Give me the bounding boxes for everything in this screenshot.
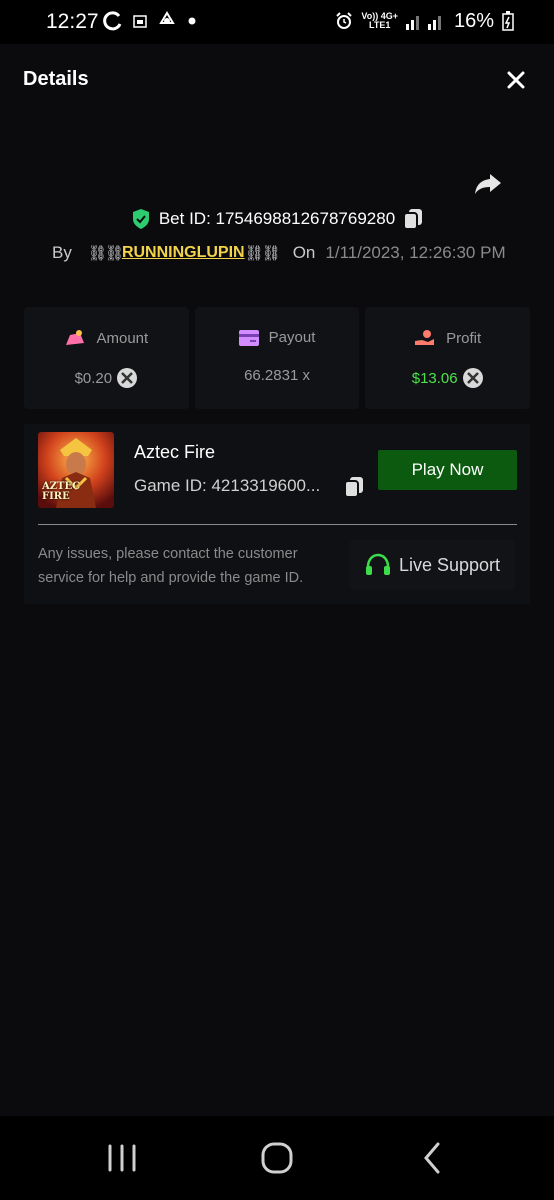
amount-value: $0.20: [74, 369, 113, 387]
coin-icon: [462, 368, 483, 388]
alarm-icon: [336, 12, 353, 29]
payout-label: Payout: [268, 329, 316, 346]
bet-id: Bet ID: 1754698812678769280: [158, 209, 396, 228]
back-icon[interactable]: [412, 1140, 452, 1176]
close-icon[interactable]: [502, 66, 530, 94]
recycle-icon: [159, 11, 175, 24]
home-icon[interactable]: [257, 1140, 297, 1176]
status-bar: 12:27 Vo)) 4G+ LTE1 16%: [0, 0, 554, 44]
page-title: Details: [23, 68, 89, 90]
bet-date: 1/11/2023, 12:26:30 PM: [325, 243, 506, 262]
network-label: Vo)) 4G+ LTE1: [361, 11, 398, 30]
copy-icon[interactable]: [403, 208, 423, 230]
hand-heart-icon: [415, 330, 435, 345]
battery-icon: [502, 11, 514, 31]
signal-icon: [405, 16, 441, 30]
chain-decor-left: ⛓⛓: [87, 245, 124, 262]
by-label: By: [52, 243, 72, 262]
amount-card: Amount $0.20: [24, 307, 189, 409]
status-right-icons: Vo)) 4G+ LTE1 16%: [335, 10, 514, 32]
payout-value: 66.2831 x: [244, 367, 310, 384]
game-thumb-title-line2: FIRE: [42, 491, 70, 502]
recent-apps-icon[interactable]: [102, 1140, 142, 1176]
bet-id-row: Bet ID: 1754698812678769280: [0, 208, 554, 230]
amount-label: Amount: [96, 329, 149, 347]
credit-card-icon: [238, 329, 259, 346]
calendar-icon: [133, 15, 147, 28]
game-name: Aztec Fire: [134, 442, 216, 462]
divider: [38, 524, 517, 525]
on-label: On: [292, 243, 316, 262]
battery-percent: 16%: [453, 9, 494, 32]
system-nav-bar: [0, 1116, 554, 1200]
shield-check-icon: [132, 209, 149, 229]
copy-icon[interactable]: [344, 476, 364, 498]
game-thumbnail[interactable]: AZTEC FIRE: [38, 432, 114, 508]
chain-decor-right: ⛓⛓: [244, 245, 281, 262]
game-id: Game ID: 4213319600...: [134, 476, 321, 495]
bet-meta-row: By ⛓⛓ RUNNINGLUPIN ⛓⛓ On 1/11/2023, 12:2…: [52, 242, 506, 264]
live-support-label: Live Support: [398, 554, 501, 575]
status-left-icons: [103, 10, 197, 32]
money-bag-icon: [66, 330, 85, 345]
bet-stats: Amount $0.20 Payout 66.2831 x Profit $13…: [24, 307, 531, 409]
game-section: AZTEC FIRE Aztec Fire Game ID: 421331960…: [24, 424, 530, 604]
payout-card: Payout 66.2831 x: [194, 307, 360, 409]
share-icon[interactable]: [473, 168, 503, 198]
profit-value: $13.06: [411, 369, 458, 387]
notification-dot: [188, 17, 196, 25]
sync-icon: [103, 11, 122, 31]
help-text: Any issues, please contact the customer …: [38, 546, 304, 586]
status-time: 12:27: [46, 10, 99, 33]
details-page: Details Bet ID: 1754698812678769280 By ⛓…: [0, 44, 554, 1116]
coin-icon: [117, 368, 138, 388]
profit-label: Profit: [446, 329, 482, 347]
profit-card: Profit $13.06: [365, 307, 531, 409]
username-link[interactable]: RUNNINGLUPIN: [122, 244, 245, 262]
live-support-button[interactable]: Live Support: [350, 540, 515, 590]
play-now-button[interactable]: Play Now: [378, 450, 517, 490]
headset-icon: [365, 553, 390, 575]
